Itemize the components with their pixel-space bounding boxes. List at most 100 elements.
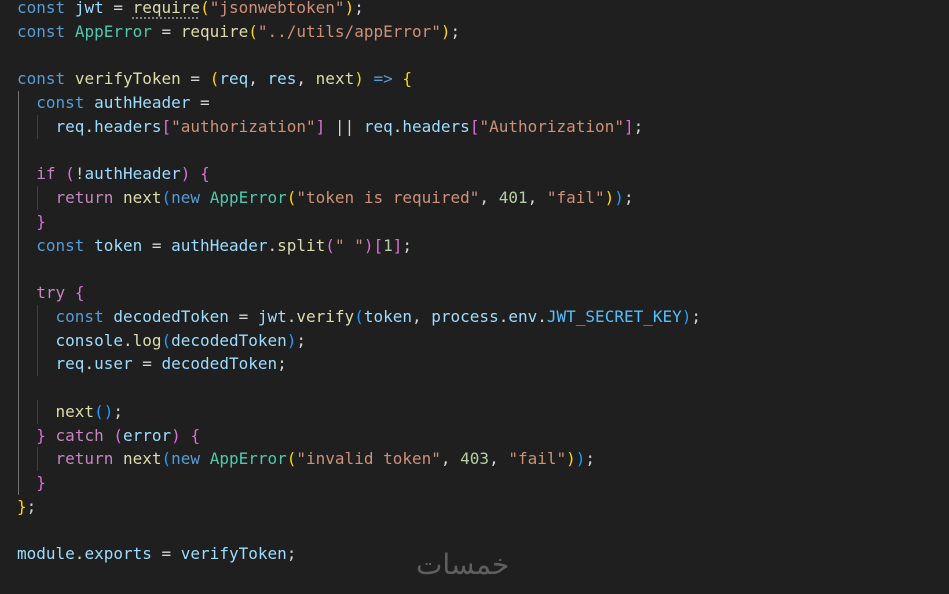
code-token: const xyxy=(17,0,66,17)
code-token: ) xyxy=(681,306,692,326)
code-token: ( xyxy=(209,69,220,89)
code-token: = xyxy=(142,235,172,255)
code-token: new xyxy=(171,188,201,207)
code-token: "token is required" xyxy=(296,188,480,207)
code-token: next xyxy=(55,401,95,421)
code-line[interactable]: } xyxy=(17,471,701,495)
code-token: ( xyxy=(248,21,258,41)
code-token: } xyxy=(36,473,46,492)
code-token: decodedToken xyxy=(161,354,278,374)
code-line[interactable]: if (!authHeader) { xyxy=(17,162,701,186)
code-token: ) xyxy=(286,330,297,350)
code-line[interactable]: }; xyxy=(17,495,701,519)
indent-guide xyxy=(18,423,19,448)
code-line[interactable]: next(); xyxy=(17,399,701,424)
code-line[interactable]: const verifyToken = (req, res, next) => … xyxy=(17,67,701,91)
code-token: require xyxy=(132,0,201,17)
code-token: "authorization" xyxy=(171,116,316,136)
code-line[interactable]: return next(new AppError("invalid token"… xyxy=(17,447,701,471)
code-token: token xyxy=(94,235,143,255)
code-line[interactable]: try { xyxy=(17,281,701,305)
code-token: . xyxy=(267,235,278,255)
code-token: 401 xyxy=(498,188,528,207)
indent-guide xyxy=(18,162,19,186)
code-line[interactable]: return next(new AppError("token is requi… xyxy=(17,186,701,210)
code-token: { xyxy=(200,164,210,184)
code-token: ) xyxy=(354,69,364,89)
code-token: [ xyxy=(373,235,384,255)
code-token: = xyxy=(180,69,210,89)
code-token: => xyxy=(373,69,393,89)
code-token: next xyxy=(122,449,162,469)
code-token: catch xyxy=(55,425,104,445)
code-line[interactable]: console.log(decodedToken); xyxy=(17,328,701,353)
indent-guide xyxy=(37,328,39,353)
code-token: , xyxy=(412,306,432,326)
code-token: return xyxy=(55,188,114,207)
code-token: 403 xyxy=(460,449,490,469)
indent-guide xyxy=(18,447,19,471)
code-token: { xyxy=(402,69,413,89)
code-token: ; xyxy=(26,496,37,516)
code-token: const xyxy=(55,306,104,326)
code-line[interactable]: req.headers["authorization"] || req.head… xyxy=(17,114,701,139)
code-line[interactable]: module.exports = verifyToken; xyxy=(17,542,701,566)
code-area[interactable]: const jwt = require("jsonwebtoken"); cons… xyxy=(17,0,701,566)
code-line[interactable]: const decodedToken = jwt.verify(token, p… xyxy=(17,304,701,329)
code-token: = xyxy=(151,544,181,564)
code-line[interactable]: } catch (error) { xyxy=(17,423,701,448)
code-token: const xyxy=(17,21,66,41)
indent-guide xyxy=(18,257,19,281)
code-token: authHeader xyxy=(84,164,181,184)
code-line[interactable] xyxy=(17,519,701,543)
code-line[interactable] xyxy=(17,257,701,281)
code-line[interactable]: const token = authHeader.split(" ")[1]; xyxy=(17,233,701,258)
code-line[interactable] xyxy=(17,44,701,68)
code-token: ( xyxy=(286,188,297,207)
code-line[interactable] xyxy=(17,376,701,400)
code-token: 1 xyxy=(383,235,393,255)
code-token: authHeader xyxy=(94,93,191,112)
code-token: next xyxy=(315,69,355,89)
code-token: ) xyxy=(103,401,114,421)
code-token: "fail" xyxy=(546,188,605,207)
code-line[interactable]: const AppError = require("../utils/appEr… xyxy=(17,20,701,44)
code-token: ( xyxy=(94,401,104,421)
code-token: [ xyxy=(469,116,480,136)
code-line[interactable] xyxy=(17,138,701,163)
indent-guide xyxy=(18,328,19,353)
indent-guide xyxy=(18,281,19,305)
code-token: ( xyxy=(113,425,123,445)
code-token: [ xyxy=(161,116,172,136)
code-line[interactable]: req.user = decodedToken; xyxy=(17,352,701,376)
code-token: || xyxy=(325,116,364,136)
code-token: = xyxy=(132,354,162,374)
code-token: res xyxy=(267,69,297,89)
code-token: "../utils/appError" xyxy=(257,21,441,41)
code-token: return xyxy=(55,449,114,469)
indent-guide xyxy=(18,352,19,376)
indent-guide xyxy=(37,352,39,376)
code-line[interactable]: const authHeader = xyxy=(17,91,701,115)
code-line[interactable]: } xyxy=(17,209,701,234)
code-token: decodedToken xyxy=(171,330,287,350)
indent-guide xyxy=(18,186,19,210)
indent-guide xyxy=(18,376,19,400)
code-token: ) xyxy=(440,21,451,41)
code-token: ! xyxy=(74,164,85,184)
indent-guide xyxy=(18,233,19,258)
code-line[interactable]: const jwt = require("jsonwebtoken"); xyxy=(17,0,701,20)
code-editor[interactable]: const jwt = require("jsonwebtoken"); cons… xyxy=(0,0,949,594)
code-token: ) xyxy=(171,425,181,445)
khamsat-watermark: خمسات xyxy=(416,548,510,581)
